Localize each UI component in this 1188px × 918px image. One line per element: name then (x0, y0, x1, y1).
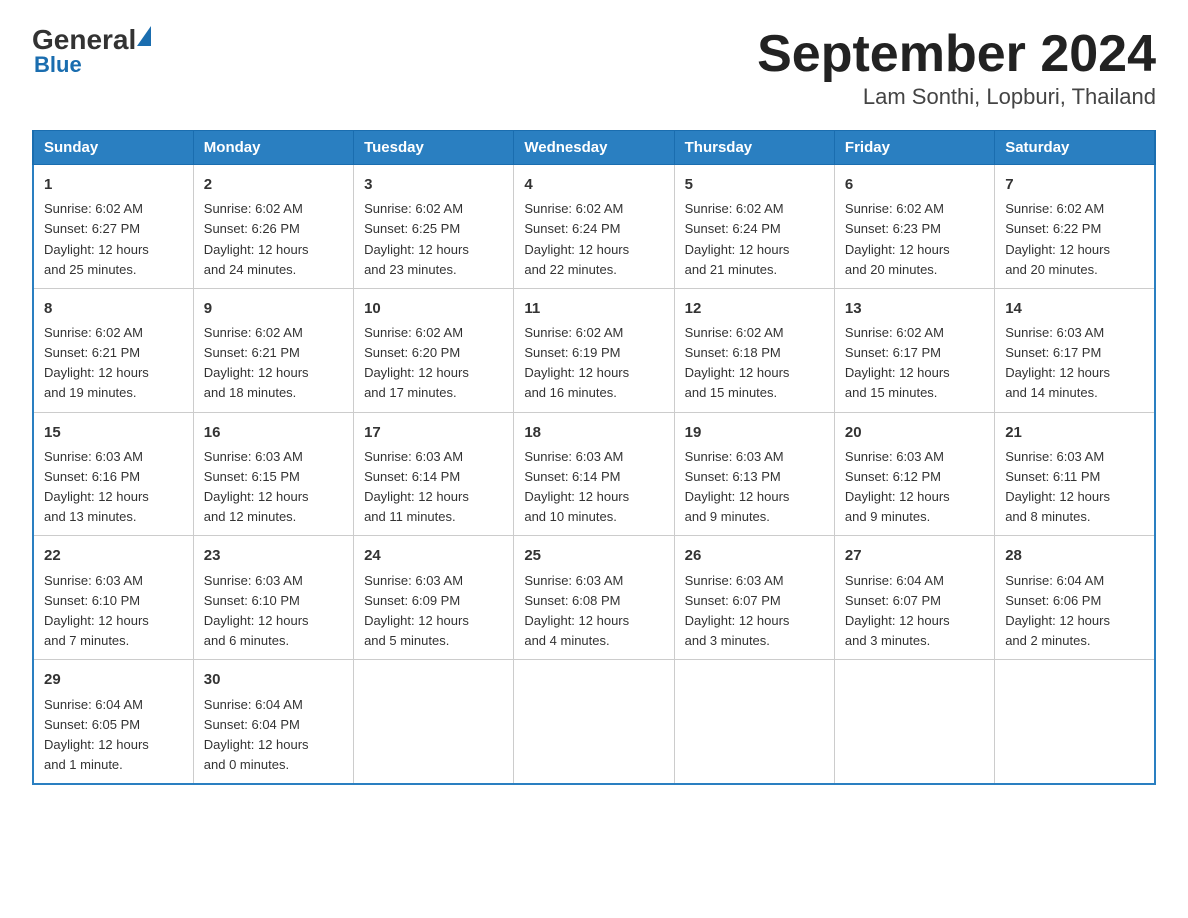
calendar-week-row: 1Sunrise: 6:02 AMSunset: 6:27 PMDaylight… (33, 165, 1155, 289)
calendar-cell: 21Sunrise: 6:03 AMSunset: 6:11 PMDayligh… (995, 412, 1155, 536)
day-number: 1 (44, 173, 183, 196)
calendar-cell: 25Sunrise: 6:03 AMSunset: 6:08 PMDayligh… (514, 536, 674, 660)
day-number: 7 (1005, 173, 1144, 196)
title-block: September 2024 Lam Sonthi, Lopburi, Thai… (757, 24, 1156, 110)
day-number: 8 (44, 297, 183, 320)
calendar-cell (834, 660, 994, 784)
calendar-cell (514, 660, 674, 784)
logo: General Blue (32, 24, 151, 78)
day-number: 3 (364, 173, 503, 196)
day-number: 14 (1005, 297, 1144, 320)
day-number: 18 (524, 421, 663, 444)
calendar-cell: 7Sunrise: 6:02 AMSunset: 6:22 PMDaylight… (995, 165, 1155, 289)
day-number: 6 (845, 173, 984, 196)
calendar-cell: 18Sunrise: 6:03 AMSunset: 6:14 PMDayligh… (514, 412, 674, 536)
column-header-monday: Monday (193, 131, 353, 165)
calendar-header-row: SundayMondayTuesdayWednesdayThursdayFrid… (33, 131, 1155, 165)
calendar-cell: 29Sunrise: 6:04 AMSunset: 6:05 PMDayligh… (33, 660, 193, 784)
day-number: 30 (204, 668, 343, 691)
day-number: 27 (845, 544, 984, 567)
calendar-cell: 8Sunrise: 6:02 AMSunset: 6:21 PMDaylight… (33, 288, 193, 412)
day-number: 26 (685, 544, 824, 567)
calendar-cell: 30Sunrise: 6:04 AMSunset: 6:04 PMDayligh… (193, 660, 353, 784)
day-number: 25 (524, 544, 663, 567)
calendar-cell: 26Sunrise: 6:03 AMSunset: 6:07 PMDayligh… (674, 536, 834, 660)
calendar-cell: 5Sunrise: 6:02 AMSunset: 6:24 PMDaylight… (674, 165, 834, 289)
calendar-week-row: 22Sunrise: 6:03 AMSunset: 6:10 PMDayligh… (33, 536, 1155, 660)
calendar-cell: 15Sunrise: 6:03 AMSunset: 6:16 PMDayligh… (33, 412, 193, 536)
column-header-sunday: Sunday (33, 131, 193, 165)
calendar-cell: 14Sunrise: 6:03 AMSunset: 6:17 PMDayligh… (995, 288, 1155, 412)
column-header-wednesday: Wednesday (514, 131, 674, 165)
calendar-cell: 16Sunrise: 6:03 AMSunset: 6:15 PMDayligh… (193, 412, 353, 536)
calendar-cell: 22Sunrise: 6:03 AMSunset: 6:10 PMDayligh… (33, 536, 193, 660)
day-number: 4 (524, 173, 663, 196)
logo-triangle-icon (137, 26, 151, 46)
column-header-saturday: Saturday (995, 131, 1155, 165)
calendar-cell: 19Sunrise: 6:03 AMSunset: 6:13 PMDayligh… (674, 412, 834, 536)
day-number: 11 (524, 297, 663, 320)
day-number: 20 (845, 421, 984, 444)
logo-blue-text: Blue (32, 52, 82, 78)
day-number: 23 (204, 544, 343, 567)
day-number: 16 (204, 421, 343, 444)
column-header-thursday: Thursday (674, 131, 834, 165)
calendar-cell (995, 660, 1155, 784)
calendar-cell: 20Sunrise: 6:03 AMSunset: 6:12 PMDayligh… (834, 412, 994, 536)
day-number: 19 (685, 421, 824, 444)
calendar-cell: 12Sunrise: 6:02 AMSunset: 6:18 PMDayligh… (674, 288, 834, 412)
calendar-cell: 13Sunrise: 6:02 AMSunset: 6:17 PMDayligh… (834, 288, 994, 412)
calendar-cell: 2Sunrise: 6:02 AMSunset: 6:26 PMDaylight… (193, 165, 353, 289)
day-number: 17 (364, 421, 503, 444)
calendar-week-row: 15Sunrise: 6:03 AMSunset: 6:16 PMDayligh… (33, 412, 1155, 536)
page-header: General Blue September 2024 Lam Sonthi, … (32, 24, 1156, 110)
calendar-cell: 23Sunrise: 6:03 AMSunset: 6:10 PMDayligh… (193, 536, 353, 660)
location-subtitle: Lam Sonthi, Lopburi, Thailand (757, 84, 1156, 110)
calendar-cell: 28Sunrise: 6:04 AMSunset: 6:06 PMDayligh… (995, 536, 1155, 660)
day-number: 22 (44, 544, 183, 567)
calendar-cell: 10Sunrise: 6:02 AMSunset: 6:20 PMDayligh… (354, 288, 514, 412)
month-title: September 2024 (757, 24, 1156, 84)
day-number: 13 (845, 297, 984, 320)
day-number: 24 (364, 544, 503, 567)
calendar-cell: 24Sunrise: 6:03 AMSunset: 6:09 PMDayligh… (354, 536, 514, 660)
column-header-tuesday: Tuesday (354, 131, 514, 165)
day-number: 21 (1005, 421, 1144, 444)
calendar-cell (674, 660, 834, 784)
calendar-cell: 9Sunrise: 6:02 AMSunset: 6:21 PMDaylight… (193, 288, 353, 412)
column-header-friday: Friday (834, 131, 994, 165)
day-number: 12 (685, 297, 824, 320)
day-number: 9 (204, 297, 343, 320)
day-number: 15 (44, 421, 183, 444)
calendar-cell: 3Sunrise: 6:02 AMSunset: 6:25 PMDaylight… (354, 165, 514, 289)
calendar-table: SundayMondayTuesdayWednesdayThursdayFrid… (32, 130, 1156, 785)
calendar-cell: 6Sunrise: 6:02 AMSunset: 6:23 PMDaylight… (834, 165, 994, 289)
calendar-cell: 1Sunrise: 6:02 AMSunset: 6:27 PMDaylight… (33, 165, 193, 289)
day-number: 29 (44, 668, 183, 691)
calendar-week-row: 29Sunrise: 6:04 AMSunset: 6:05 PMDayligh… (33, 660, 1155, 784)
calendar-cell: 4Sunrise: 6:02 AMSunset: 6:24 PMDaylight… (514, 165, 674, 289)
day-number: 28 (1005, 544, 1144, 567)
calendar-cell: 27Sunrise: 6:04 AMSunset: 6:07 PMDayligh… (834, 536, 994, 660)
calendar-cell: 11Sunrise: 6:02 AMSunset: 6:19 PMDayligh… (514, 288, 674, 412)
day-number: 10 (364, 297, 503, 320)
calendar-cell: 17Sunrise: 6:03 AMSunset: 6:14 PMDayligh… (354, 412, 514, 536)
day-number: 5 (685, 173, 824, 196)
calendar-week-row: 8Sunrise: 6:02 AMSunset: 6:21 PMDaylight… (33, 288, 1155, 412)
calendar-cell (354, 660, 514, 784)
day-number: 2 (204, 173, 343, 196)
